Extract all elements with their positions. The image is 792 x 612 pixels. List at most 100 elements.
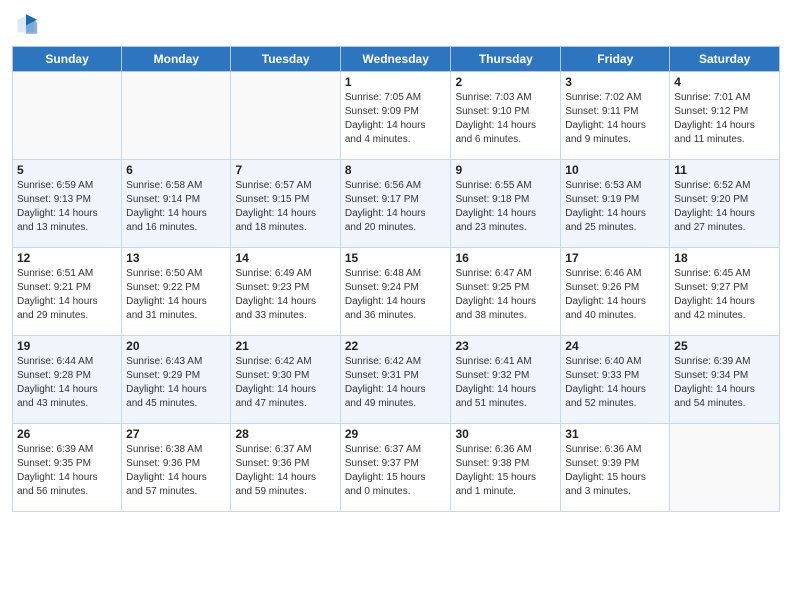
day-number: 26 bbox=[17, 427, 117, 441]
day-info: Sunrise: 6:42 AM Sunset: 9:31 PM Dayligh… bbox=[345, 355, 447, 411]
day-number: 27 bbox=[126, 427, 226, 441]
calendar-cell: 24Sunrise: 6:40 AM Sunset: 9:33 PM Dayli… bbox=[561, 336, 670, 424]
calendar-cell: 8 Sunrise: 6:56 AM Sunset: 9:17 PM Daylig… bbox=[340, 160, 451, 248]
calendar-cell: 20 Sunrise: 6:43 AM Sunset: 9:29 PM Dayli… bbox=[122, 336, 231, 424]
day-number: 3 bbox=[565, 75, 665, 89]
calendar-cell: 14 Sunrise: 6:49 AM Sunset: 9:23 PM Dayli… bbox=[231, 248, 340, 336]
day-info: Sunrise: 6:55 AM Sunset: 9:18 PM Dayligh… bbox=[455, 179, 556, 235]
day-info: Sunrise: 6:50 AM Sunset: 9:22 PM Dayligh… bbox=[126, 267, 226, 323]
calendar-cell: 16 Sunrise: 6:47 AM Sunset: 9:25 PM Dayli… bbox=[451, 248, 561, 336]
day-info: Sunrise: 6:43 AM Sunset: 9:29 PM Dayligh… bbox=[126, 355, 226, 411]
day-number: 6 bbox=[126, 163, 226, 177]
calendar-day-header: Saturday bbox=[670, 47, 780, 72]
calendar-day-header: Friday bbox=[561, 47, 670, 72]
day-number: 2 bbox=[455, 75, 556, 89]
calendar-cell: 27 Sunrise: 6:38 AM Sunset: 9:36 PM Dayli… bbox=[122, 424, 231, 512]
calendar-cell: 17 Sunrise: 6:46 AM Sunset: 9:26 PM Dayli… bbox=[561, 248, 670, 336]
calendar-day-header: Tuesday bbox=[231, 47, 340, 72]
day-number: 15 bbox=[345, 251, 447, 265]
calendar-day-header: Sunday bbox=[13, 47, 122, 72]
calendar-table: SundayMondayTuesdayWednesdayThursdayFrid… bbox=[12, 46, 780, 512]
calendar-cell bbox=[122, 72, 231, 160]
calendar-cell: 1 Sunrise: 7:05 AM Sunset: 9:09 PM Daylig… bbox=[340, 72, 451, 160]
day-info: Sunrise: 6:36 AM Sunset: 9:38 PM Dayligh… bbox=[455, 443, 556, 499]
calendar-week-row: 26 Sunrise: 6:39 AM Sunset: 9:35 PM Dayli… bbox=[13, 424, 780, 512]
day-number: 8 bbox=[345, 163, 447, 177]
day-number: 18 bbox=[674, 251, 775, 265]
day-number: 25 bbox=[674, 339, 775, 353]
calendar-header-row: SundayMondayTuesdayWednesdayThursdayFrid… bbox=[13, 47, 780, 72]
calendar-cell: 26 Sunrise: 6:39 AM Sunset: 9:35 PM Dayli… bbox=[13, 424, 122, 512]
day-info: Sunrise: 6:52 AM Sunset: 9:20 PM Dayligh… bbox=[674, 179, 775, 235]
day-info: Sunrise: 6:59 AM Sunset: 9:13 PM Dayligh… bbox=[17, 179, 117, 235]
day-info: Sunrise: 6:41 AM Sunset: 9:32 PM Dayligh… bbox=[455, 355, 556, 411]
calendar-week-row: 1 Sunrise: 7:05 AM Sunset: 9:09 PM Daylig… bbox=[13, 72, 780, 160]
calendar-cell bbox=[670, 424, 780, 512]
calendar-cell: 22 Sunrise: 6:42 AM Sunset: 9:31 PM Dayli… bbox=[340, 336, 451, 424]
calendar-cell: 21 Sunrise: 6:42 AM Sunset: 9:30 PM Dayli… bbox=[231, 336, 340, 424]
calendar-week-row: 5Sunrise: 6:59 AM Sunset: 9:13 PM Daylig… bbox=[13, 160, 780, 248]
calendar-cell: 4Sunrise: 7:01 AM Sunset: 9:12 PM Daylig… bbox=[670, 72, 780, 160]
calendar-cell: 28 Sunrise: 6:37 AM Sunset: 9:36 PM Dayli… bbox=[231, 424, 340, 512]
calendar-cell: 6 Sunrise: 6:58 AM Sunset: 9:14 PM Daylig… bbox=[122, 160, 231, 248]
calendar-day-header: Thursday bbox=[451, 47, 561, 72]
day-info: Sunrise: 6:39 AM Sunset: 9:34 PM Dayligh… bbox=[674, 355, 775, 411]
page-header bbox=[12, 10, 780, 38]
day-info: Sunrise: 6:46 AM Sunset: 9:26 PM Dayligh… bbox=[565, 267, 665, 323]
day-number: 19 bbox=[17, 339, 117, 353]
day-number: 24 bbox=[565, 339, 665, 353]
day-number: 22 bbox=[345, 339, 447, 353]
day-number: 16 bbox=[455, 251, 556, 265]
day-info: Sunrise: 6:58 AM Sunset: 9:14 PM Dayligh… bbox=[126, 179, 226, 235]
day-number: 13 bbox=[126, 251, 226, 265]
day-info: Sunrise: 6:49 AM Sunset: 9:23 PM Dayligh… bbox=[235, 267, 335, 323]
day-info: Sunrise: 7:02 AM Sunset: 9:11 PM Dayligh… bbox=[565, 91, 665, 147]
calendar-cell: 2 Sunrise: 7:03 AM Sunset: 9:10 PM Daylig… bbox=[451, 72, 561, 160]
day-number: 14 bbox=[235, 251, 335, 265]
day-info: Sunrise: 6:45 AM Sunset: 9:27 PM Dayligh… bbox=[674, 267, 775, 323]
calendar-cell: 13 Sunrise: 6:50 AM Sunset: 9:22 PM Dayli… bbox=[122, 248, 231, 336]
day-info: Sunrise: 6:37 AM Sunset: 9:37 PM Dayligh… bbox=[345, 443, 447, 499]
day-number: 23 bbox=[455, 339, 556, 353]
day-number: 7 bbox=[235, 163, 335, 177]
day-info: Sunrise: 6:37 AM Sunset: 9:36 PM Dayligh… bbox=[235, 443, 335, 499]
day-number: 29 bbox=[345, 427, 447, 441]
calendar-week-row: 19 Sunrise: 6:44 AM Sunset: 9:28 PM Dayli… bbox=[13, 336, 780, 424]
day-info: Sunrise: 6:36 AM Sunset: 9:39 PM Dayligh… bbox=[565, 443, 665, 499]
day-info: Sunrise: 7:01 AM Sunset: 9:12 PM Dayligh… bbox=[674, 91, 775, 147]
day-info: Sunrise: 6:57 AM Sunset: 9:15 PM Dayligh… bbox=[235, 179, 335, 235]
day-number: 20 bbox=[126, 339, 226, 353]
day-number: 30 bbox=[455, 427, 556, 441]
day-number: 21 bbox=[235, 339, 335, 353]
calendar-day-header: Wednesday bbox=[340, 47, 451, 72]
calendar-cell: 3 Sunrise: 7:02 AM Sunset: 9:11 PM Daylig… bbox=[561, 72, 670, 160]
day-number: 10 bbox=[565, 163, 665, 177]
day-info: Sunrise: 7:03 AM Sunset: 9:10 PM Dayligh… bbox=[455, 91, 556, 147]
day-info: Sunrise: 6:39 AM Sunset: 9:35 PM Dayligh… bbox=[17, 443, 117, 499]
calendar-cell: 25 Sunrise: 6:39 AM Sunset: 9:34 PM Dayli… bbox=[670, 336, 780, 424]
calendar-cell: 29 Sunrise: 6:37 AM Sunset: 9:37 PM Dayli… bbox=[340, 424, 451, 512]
calendar-cell: 7 Sunrise: 6:57 AM Sunset: 9:15 PM Daylig… bbox=[231, 160, 340, 248]
day-number: 28 bbox=[235, 427, 335, 441]
calendar-cell: 19 Sunrise: 6:44 AM Sunset: 9:28 PM Dayli… bbox=[13, 336, 122, 424]
day-info: Sunrise: 6:38 AM Sunset: 9:36 PM Dayligh… bbox=[126, 443, 226, 499]
day-info: Sunrise: 7:05 AM Sunset: 9:09 PM Dayligh… bbox=[345, 91, 447, 147]
day-info: Sunrise: 6:42 AM Sunset: 9:30 PM Dayligh… bbox=[235, 355, 335, 411]
day-info: Sunrise: 6:56 AM Sunset: 9:17 PM Dayligh… bbox=[345, 179, 447, 235]
day-info: Sunrise: 6:48 AM Sunset: 9:24 PM Dayligh… bbox=[345, 267, 447, 323]
calendar-cell: 15 Sunrise: 6:48 AM Sunset: 9:24 PM Dayli… bbox=[340, 248, 451, 336]
day-info: Sunrise: 6:44 AM Sunset: 9:28 PM Dayligh… bbox=[17, 355, 117, 411]
day-number: 17 bbox=[565, 251, 665, 265]
calendar-cell: 5Sunrise: 6:59 AM Sunset: 9:13 PM Daylig… bbox=[13, 160, 122, 248]
day-info: Sunrise: 6:51 AM Sunset: 9:21 PM Dayligh… bbox=[17, 267, 117, 323]
day-number: 1 bbox=[345, 75, 447, 89]
day-number: 31 bbox=[565, 427, 665, 441]
calendar-cell bbox=[231, 72, 340, 160]
calendar-cell: 18 Sunrise: 6:45 AM Sunset: 9:27 PM Dayli… bbox=[670, 248, 780, 336]
day-number: 11 bbox=[674, 163, 775, 177]
calendar-cell: 10 Sunrise: 6:53 AM Sunset: 9:19 PM Dayli… bbox=[561, 160, 670, 248]
day-info: Sunrise: 6:47 AM Sunset: 9:25 PM Dayligh… bbox=[455, 267, 556, 323]
day-info: Sunrise: 6:53 AM Sunset: 9:19 PM Dayligh… bbox=[565, 179, 665, 235]
calendar-cell bbox=[13, 72, 122, 160]
calendar-week-row: 12Sunrise: 6:51 AM Sunset: 9:21 PM Dayli… bbox=[13, 248, 780, 336]
